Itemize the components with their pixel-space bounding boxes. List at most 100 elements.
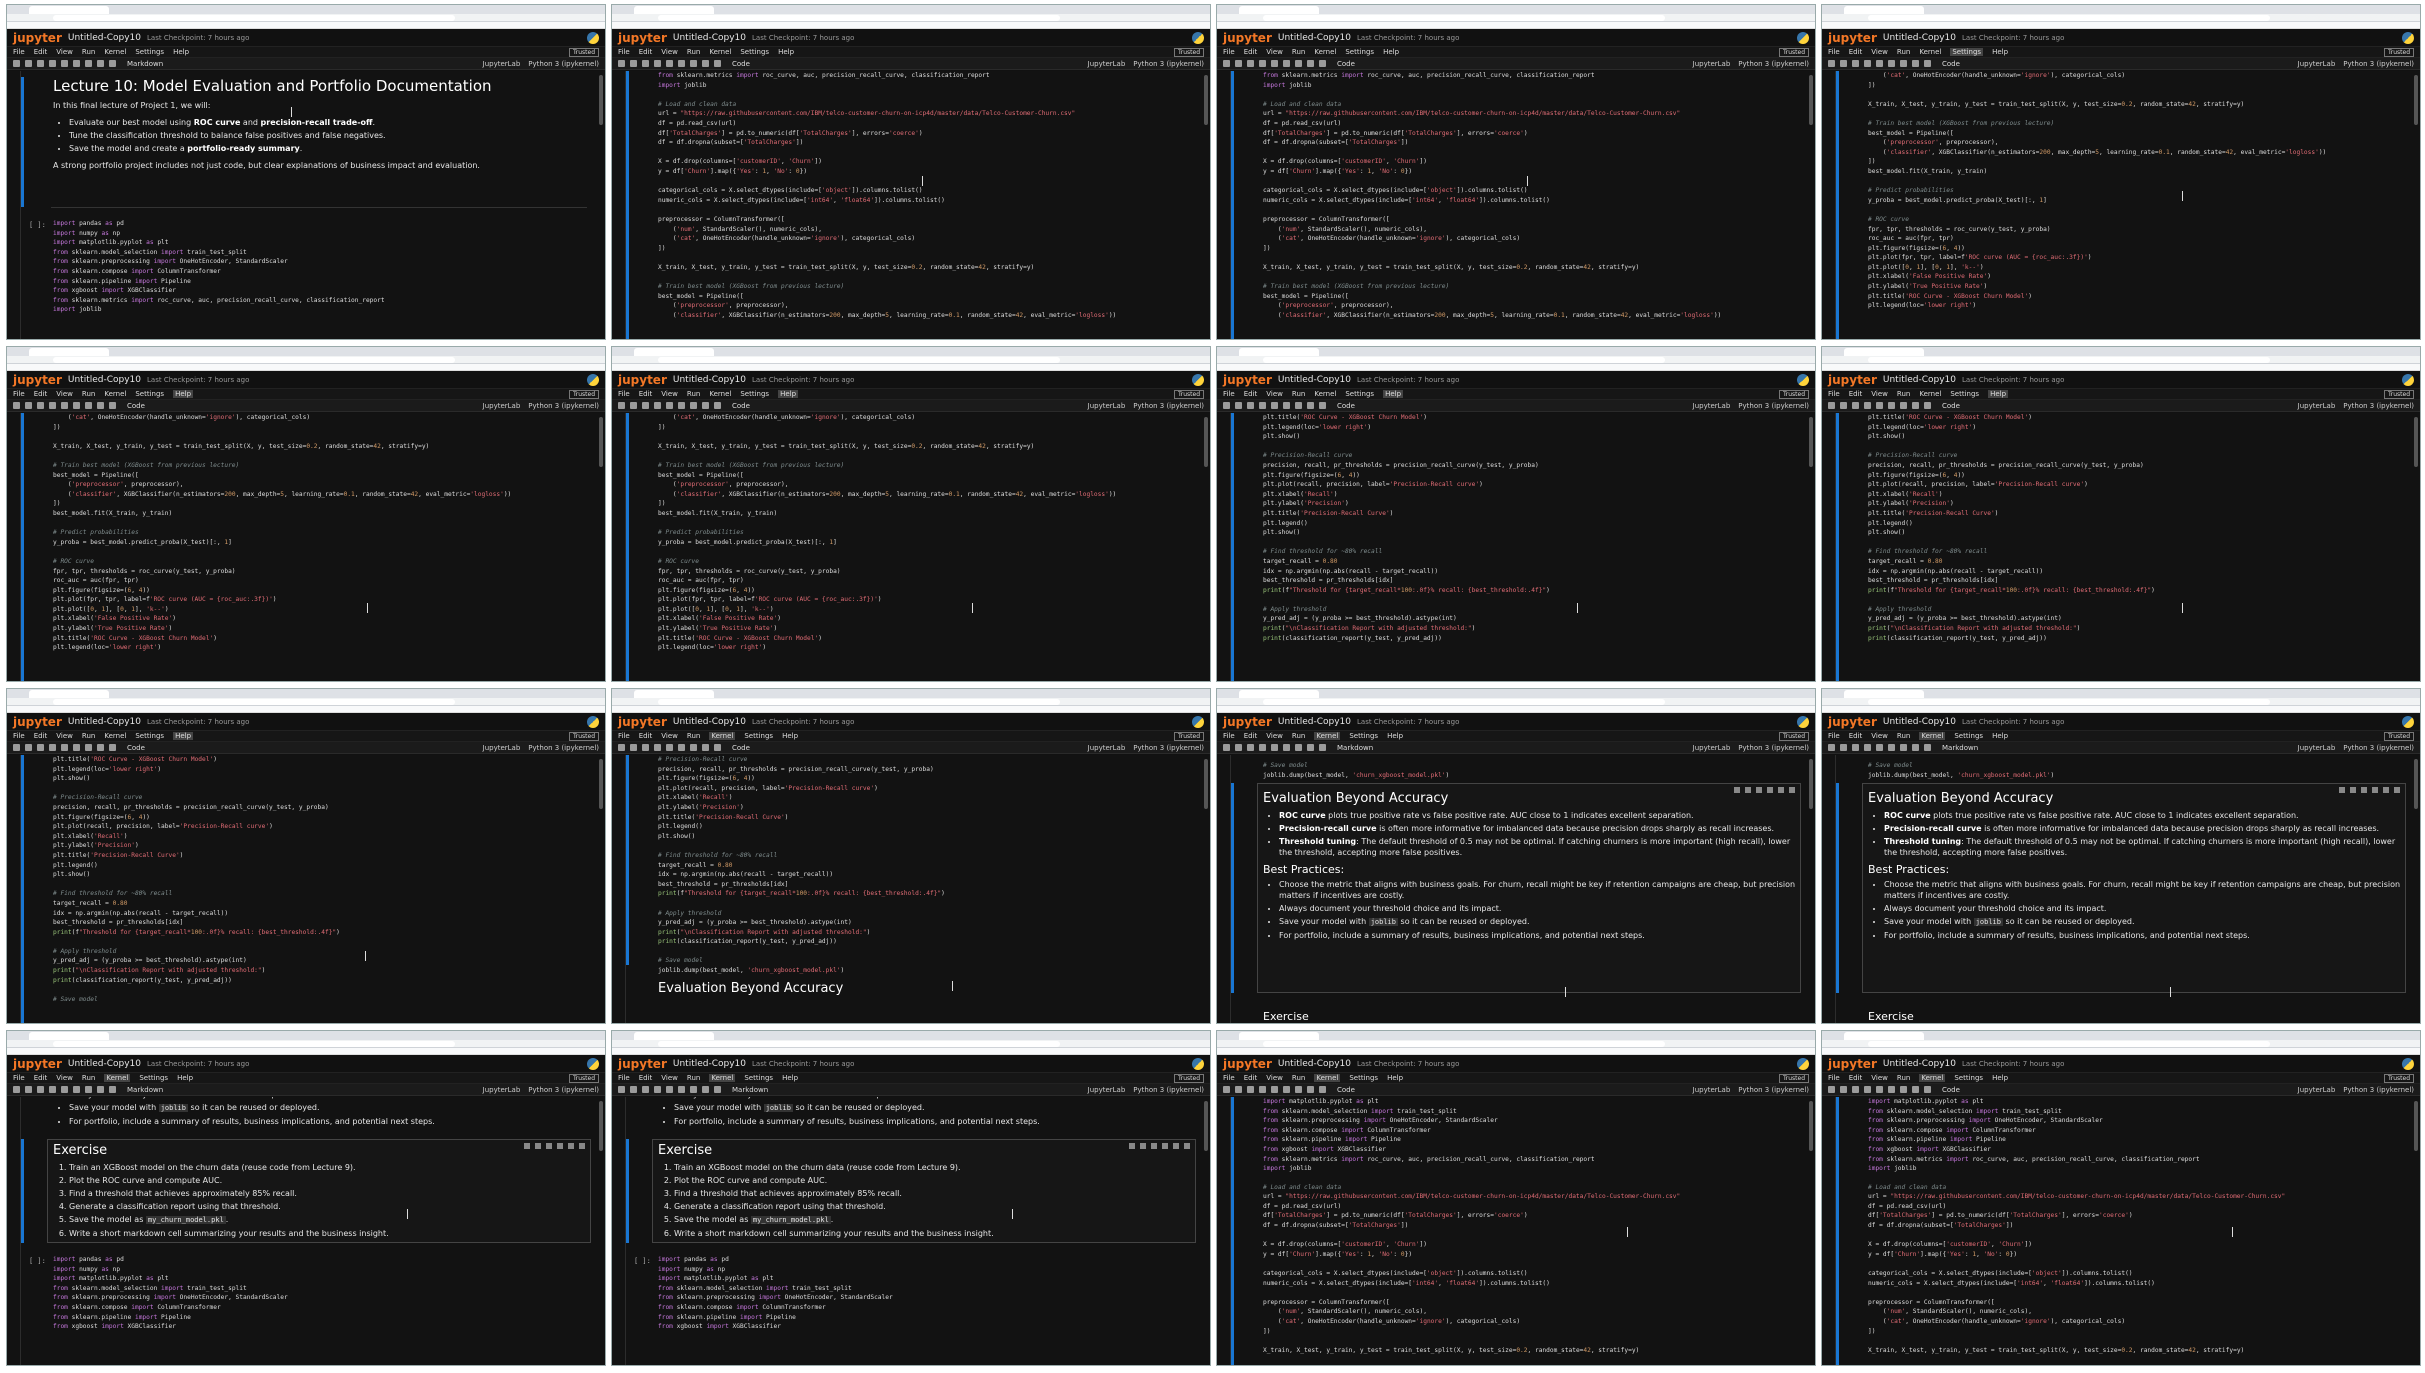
code-cell-source[interactable]: # Load and clean data url = "https://raw… [1263,1173,1797,1365]
notebook-name[interactable]: Untitled-Copy10 [673,1059,746,1069]
stop-icon[interactable] [85,1086,92,1093]
menu-edit[interactable]: Edit [1244,390,1258,398]
add-cell-icon[interactable] [1840,1086,1847,1093]
code-cell-source[interactable]: import pandas as pd import numpy as np i… [658,1255,1192,1332]
cut-icon[interactable] [1852,60,1859,67]
jupyter-logo[interactable]: jupyter [13,373,62,387]
cut-icon[interactable] [1247,402,1254,409]
scrollbar-thumb[interactable] [1204,759,1208,809]
code-cell-source[interactable]: plt.title('ROC Curve - XGBoost Churn Mod… [53,755,587,1004]
copy-icon[interactable] [654,60,661,67]
browser-tab[interactable] [634,6,714,14]
fast-forward-icon[interactable] [1924,60,1931,67]
cell-type-select[interactable]: Markdown [732,1086,768,1094]
stop-icon[interactable] [1900,60,1907,67]
copy-icon[interactable] [1259,744,1266,751]
menu-help[interactable]: Help [177,1074,193,1082]
add-cell-icon[interactable] [630,60,637,67]
menu-view[interactable]: View [56,48,73,56]
browser-tab[interactable] [1844,6,1924,14]
paste-icon[interactable] [666,1086,673,1093]
paste-icon[interactable] [1271,744,1278,751]
fast-forward-icon[interactable] [714,744,721,751]
save-icon[interactable] [13,402,20,409]
jupyter-logo[interactable]: jupyter [1828,715,1877,729]
paste-icon[interactable] [61,744,68,751]
scrollbar-thumb[interactable] [2414,417,2418,467]
scrollbar-thumb[interactable] [2414,75,2418,125]
browser-tab[interactable] [1239,690,1319,698]
browser-tab[interactable] [29,690,109,698]
menu-settings[interactable]: Settings [1349,732,1378,740]
browser-tab[interactable] [1844,348,1924,356]
run-icon[interactable] [678,402,685,409]
save-icon[interactable] [618,744,625,751]
jupyterlab-link[interactable]: JupyterLab [1088,744,1126,752]
run-icon[interactable] [1283,1086,1290,1093]
url-field[interactable] [658,15,1060,21]
copy-icon[interactable] [1864,1086,1871,1093]
kernel-name[interactable]: Python 3 (ipykernel) [2343,402,2414,410]
code-cell-source[interactable]: from sklearn.metrics import roc_curve, a… [658,71,1192,320]
menu-file[interactable]: File [1828,732,1840,740]
url-field[interactable] [1868,15,2270,21]
menu-view[interactable]: View [1871,1074,1888,1082]
jupyterlab-link[interactable]: JupyterLab [1693,744,1731,752]
menu-edit[interactable]: Edit [34,732,48,740]
jupyter-logo[interactable]: jupyter [1223,1057,1272,1071]
menu-kernel[interactable]: Kernel [104,1074,131,1082]
menu-view[interactable]: View [1871,48,1888,56]
menu-view[interactable]: View [661,732,678,740]
jupyterlab-link[interactable]: JupyterLab [2298,744,2336,752]
browser-tab[interactable] [1844,1032,1924,1040]
menu-settings[interactable]: Settings [1345,390,1374,398]
jupyterlab-link[interactable]: JupyterLab [2298,1086,2336,1094]
scrollbar-thumb[interactable] [1809,75,1813,125]
cell-type-select[interactable]: Code [732,402,750,410]
menu-view[interactable]: View [56,1074,73,1082]
menu-file[interactable]: File [13,1074,25,1082]
save-icon[interactable] [1223,744,1230,751]
menu-settings[interactable]: Settings [135,732,164,740]
menu-edit[interactable]: Edit [1849,732,1863,740]
menu-help[interactable]: Help [173,732,194,740]
stop-icon[interactable] [1295,402,1302,409]
notebook-name[interactable]: Untitled-Copy10 [1883,1059,1956,1069]
copy-icon[interactable] [1259,1086,1266,1093]
cut-icon[interactable] [1852,402,1859,409]
fast-forward-icon[interactable] [1319,1086,1326,1093]
fast-forward-icon[interactable] [1319,402,1326,409]
scrollbar-thumb[interactable] [2414,759,2418,809]
jupyter-logo[interactable]: jupyter [13,715,62,729]
jupyterlab-link[interactable]: JupyterLab [1088,60,1126,68]
menu-edit[interactable]: Edit [639,390,653,398]
run-icon[interactable] [678,1086,685,1093]
kernel-name[interactable]: Python 3 (ipykernel) [1133,402,1204,410]
menu-kernel[interactable]: Kernel [709,48,731,56]
jupyter-logo[interactable]: jupyter [618,373,667,387]
cut-icon[interactable] [1852,1086,1859,1093]
cell-type-select[interactable]: Markdown [127,60,163,68]
restart-icon[interactable] [702,60,709,67]
paste-icon[interactable] [1271,402,1278,409]
add-cell-icon[interactable] [1235,1086,1242,1093]
menu-run[interactable]: Run [82,1074,95,1082]
menu-file[interactable]: File [618,48,630,56]
run-icon[interactable] [1888,60,1895,67]
cut-icon[interactable] [37,1086,44,1093]
kernel-name[interactable]: Python 3 (ipykernel) [2343,1086,2414,1094]
cell-type-select[interactable]: Code [1942,60,1960,68]
menu-file[interactable]: File [1223,48,1235,56]
menu-settings[interactable]: Settings [1950,390,1979,398]
add-cell-icon[interactable] [1840,744,1847,751]
restart-icon[interactable] [1912,402,1919,409]
menu-settings[interactable]: Settings [740,390,769,398]
url-field[interactable] [53,699,455,705]
stop-icon[interactable] [1295,1086,1302,1093]
jupyter-logo[interactable]: jupyter [1828,1057,1877,1071]
menu-help[interactable]: Help [1387,732,1403,740]
cell-type-select[interactable]: Markdown [1942,744,1978,752]
kernel-name[interactable]: Python 3 (ipykernel) [528,1086,599,1094]
menu-help[interactable]: Help [782,732,798,740]
kernel-name[interactable]: Python 3 (ipykernel) [1133,1086,1204,1094]
